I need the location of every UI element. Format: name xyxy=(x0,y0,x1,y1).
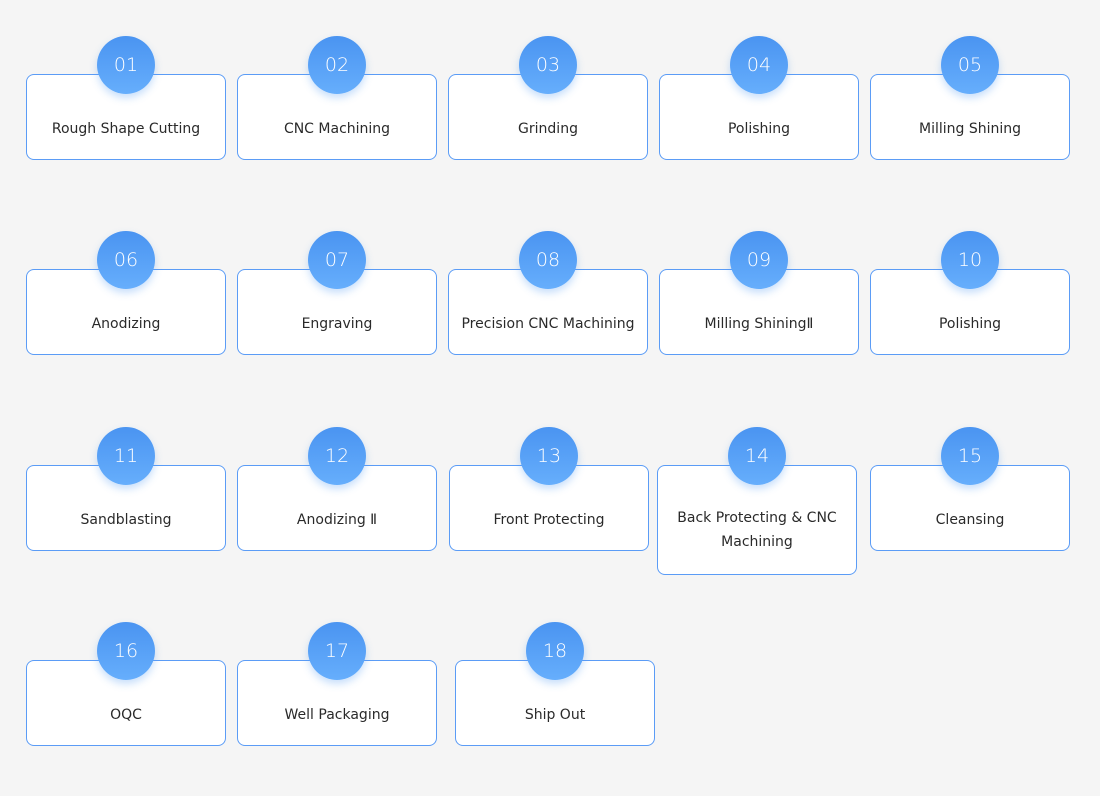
step-label: Anodizing Ⅱ xyxy=(296,512,378,528)
process-step-card: 11 Sandblasting xyxy=(26,427,226,551)
step-label: Polishing xyxy=(938,316,1002,332)
process-step-card: 09 Milling ShiningⅡ xyxy=(659,231,859,355)
step-number-badge: 06 xyxy=(97,231,155,289)
step-label: OQC xyxy=(110,707,142,723)
process-step-card: 15 Cleansing xyxy=(870,427,1070,551)
step-number-badge: 08 xyxy=(519,231,577,289)
process-step-card: 08 Precision CNC Machining xyxy=(448,231,648,355)
step-label: Milling ShiningⅡ xyxy=(704,316,814,332)
process-step-card: 12 Anodizing Ⅱ xyxy=(237,427,437,551)
step-label: Back Protecting & CNC Machining xyxy=(677,510,837,550)
step-number-badge: 02 xyxy=(308,36,366,94)
step-label: Grinding xyxy=(518,121,578,137)
step-number-badge: 16 xyxy=(97,622,155,680)
process-step-card: 04 Polishing xyxy=(659,36,859,160)
process-step-card: 18 Ship Out xyxy=(455,622,655,746)
step-label: CNC Machining xyxy=(283,121,391,137)
step-number-badge: 04 xyxy=(730,36,788,94)
step-number-badge: 15 xyxy=(941,427,999,485)
process-step-card: 03 Grinding xyxy=(448,36,648,160)
process-step-card: 07 Engraving xyxy=(237,231,437,355)
process-step-card: 14 Back Protecting & CNC Machining xyxy=(657,427,857,575)
step-label: Ship Out xyxy=(524,707,586,723)
step-number-badge: 17 xyxy=(308,622,366,680)
step-label: Front Protecting xyxy=(493,512,605,528)
step-number-badge: 03 xyxy=(519,36,577,94)
step-label: Sandblasting xyxy=(80,512,172,528)
step-label: Rough Shape Cutting xyxy=(51,121,201,137)
process-step-card: 01 Rough Shape Cutting xyxy=(26,36,226,160)
process-step-card: 13 Front Protecting xyxy=(449,427,649,551)
step-number-badge: 09 xyxy=(730,231,788,289)
step-label: Precision CNC Machining xyxy=(461,316,635,332)
process-step-card: 02 CNC Machining xyxy=(237,36,437,160)
process-step-card: 06 Anodizing xyxy=(26,231,226,355)
step-label: Well Packaging xyxy=(284,707,390,723)
step-number-badge: 13 xyxy=(520,427,578,485)
step-number-badge: 01 xyxy=(97,36,155,94)
step-label: Cleansing xyxy=(935,512,1005,528)
step-label: Engraving xyxy=(301,316,373,332)
step-number-badge: 12 xyxy=(308,427,366,485)
step-number-badge: 11 xyxy=(97,427,155,485)
step-number-badge: 18 xyxy=(526,622,584,680)
process-step-card: 17 Well Packaging xyxy=(237,622,437,746)
step-label: Polishing xyxy=(727,121,791,137)
step-number-badge: 10 xyxy=(941,231,999,289)
process-step-card: 10 Polishing xyxy=(870,231,1070,355)
step-label: Milling Shining xyxy=(918,121,1022,137)
step-number-badge: 07 xyxy=(308,231,366,289)
process-step-card: 16 OQC xyxy=(26,622,226,746)
step-number-badge: 05 xyxy=(941,36,999,94)
step-label: Anodizing xyxy=(91,316,161,332)
process-step-card: 05 Milling Shining xyxy=(870,36,1070,160)
step-number-badge: 14 xyxy=(728,427,786,485)
